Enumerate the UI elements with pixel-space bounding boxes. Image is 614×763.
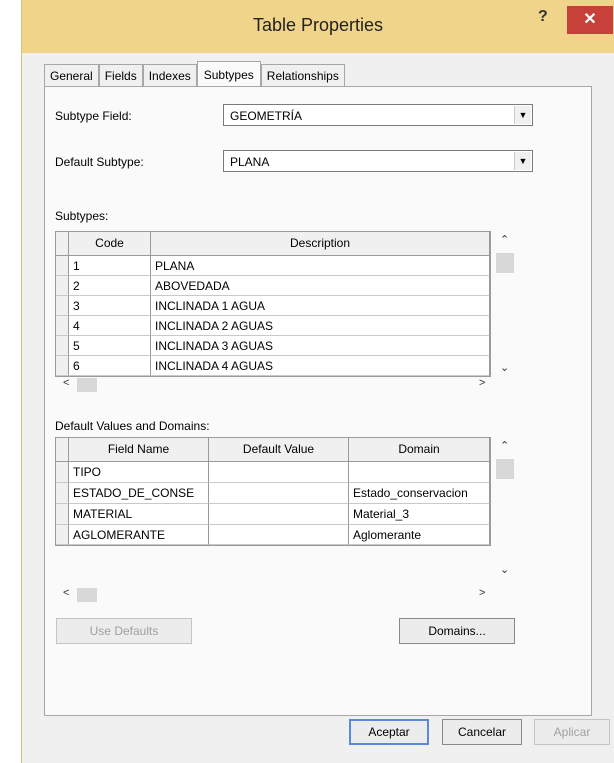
subtype-field-label: Subtype Field: [55,109,132,123]
cell-default-value[interactable] [209,504,349,525]
row-selector[interactable] [56,296,69,316]
tab-fields[interactable]: Fields [98,64,143,86]
cancel-button[interactable]: Cancelar [442,719,522,745]
help-icon[interactable]: ? [538,8,548,26]
scroll-left-icon[interactable]: < [63,587,69,599]
row-selector[interactable] [56,462,69,483]
horizontal-scrollbar-thumb[interactable] [77,588,97,602]
row-selector[interactable] [56,336,69,356]
row-selector[interactable] [56,256,69,276]
row-selector[interactable] [56,316,69,336]
corner-header [56,232,69,256]
cell-code[interactable]: 4 [69,316,151,336]
title-bar[interactable]: Table Properties ? ✕ [22,0,614,53]
table-properties-dialog: Table Properties ? ✕ General Fields Inde… [21,0,614,763]
apply-button[interactable]: Aplicar [534,719,610,745]
scroll-down-icon[interactable]: ⌄ [500,361,509,374]
cell-code[interactable]: 1 [69,256,151,276]
cell-description[interactable]: INCLINADA 2 AGUAS [151,316,490,336]
default-values-table: Field Name Default Value Domain TIPO EST… [55,437,491,546]
tab-relationships[interactable]: Relationships [260,64,345,86]
vertical-scrollbar-thumb[interactable] [496,253,514,273]
cell-description[interactable]: INCLINADA 1 AGUA [151,296,490,316]
default-values-label: Default Values and Domains: [55,419,210,433]
subtype-field-select[interactable]: GEOMETRÍA ▼ [223,104,533,126]
cell-code[interactable]: 5 [69,336,151,356]
cell-domain[interactable]: Aglomerante [349,525,490,545]
ok-button[interactable]: Aceptar [349,719,429,745]
scroll-left-icon[interactable]: < [63,377,69,389]
row-selector[interactable] [56,504,69,525]
cell-code[interactable]: 3 [69,296,151,316]
scroll-up-icon[interactable]: ⌃ [500,439,509,452]
subtype-field-value: GEOMETRÍA [230,109,303,123]
chevron-down-icon[interactable]: ▼ [514,106,531,124]
tab-bar: General Fields Indexes Subtypes Relation… [44,60,345,87]
cell-code[interactable]: 2 [69,276,151,296]
default-subtype-label: Default Subtype: [55,155,144,169]
cell-description[interactable]: PLANA [151,256,490,276]
column-header-description[interactable]: Description [151,232,490,256]
default-subtype-select[interactable]: PLANA ▼ [223,150,533,172]
cell-domain[interactable]: Estado_conservacion [349,483,490,504]
cell-field-name[interactable]: AGLOMERANTE [69,525,209,545]
cell-description[interactable]: INCLINADA 3 AGUAS [151,336,490,356]
dialog-title: Table Properties [252,15,384,35]
tab-general[interactable]: General [44,64,99,86]
tab-subtypes[interactable]: Subtypes [196,61,261,87]
use-defaults-button[interactable]: Use Defaults [56,618,192,644]
corner-header [56,438,69,462]
scroll-right-icon[interactable]: > [479,587,485,599]
row-selector[interactable] [56,356,69,376]
default-subtype-value: PLANA [230,155,270,169]
cell-description[interactable]: INCLINADA 4 AGUAS [151,356,490,376]
cell-default-value[interactable] [209,525,349,545]
cell-field-name[interactable]: ESTADO_DE_CONSE [69,483,209,504]
cell-domain[interactable]: Material_3 [349,504,490,525]
chevron-down-icon[interactable]: ▼ [514,152,531,170]
domains-button[interactable]: Domains... [399,618,515,644]
cell-default-value[interactable] [209,483,349,504]
cell-field-name[interactable]: TIPO [69,462,209,483]
scroll-down-icon[interactable]: ⌄ [500,563,509,576]
row-selector[interactable] [56,483,69,504]
subtypes-panel: Subtype Field: GEOMETRÍA ▼ Default Subty… [44,86,592,716]
horizontal-scrollbar-thumb[interactable] [77,378,97,392]
cell-default-value[interactable] [209,462,349,483]
column-header-default-value[interactable]: Default Value [209,438,349,462]
cell-domain[interactable] [349,462,490,483]
tab-indexes[interactable]: Indexes [142,64,197,86]
scroll-up-icon[interactable]: ⌃ [500,233,509,246]
subtypes-table: Code Description 1 PLANA 2 ABOVEDADA 3 I… [55,231,491,377]
row-selector[interactable] [56,525,69,545]
cell-description[interactable]: ABOVEDADA [151,276,490,296]
subtypes-label: Subtypes: [55,209,109,223]
cell-field-name[interactable]: MATERIAL [69,504,209,525]
column-header-field-name[interactable]: Field Name [69,438,209,462]
vertical-scrollbar-thumb[interactable] [496,459,514,479]
cell-code[interactable]: 6 [69,356,151,376]
row-selector[interactable] [56,276,69,296]
close-button[interactable]: ✕ [567,6,613,34]
column-header-domain[interactable]: Domain [349,438,490,462]
column-header-code[interactable]: Code [69,232,151,256]
scroll-right-icon[interactable]: > [479,377,485,389]
